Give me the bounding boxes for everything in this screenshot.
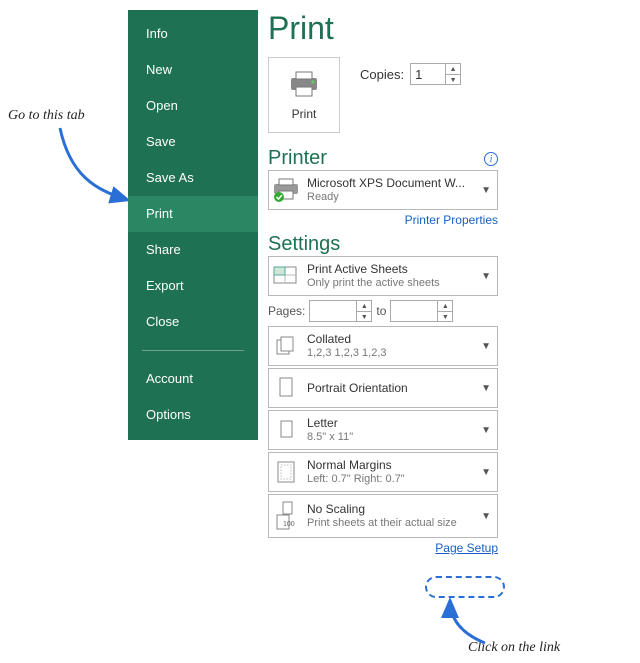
printer-name: Microsoft XPS Document W...: [307, 176, 473, 191]
pages-to-value[interactable]: [391, 301, 437, 321]
setting-paper-title: Letter: [307, 416, 473, 431]
setting-collation-desc: 1,2,3 1,2,3 1,2,3: [307, 347, 473, 361]
chevron-down-icon[interactable]: ▼: [479, 341, 493, 352]
setting-print-area[interactable]: Print Active Sheets Only print the activ…: [268, 256, 498, 296]
sheets-icon: [271, 261, 301, 291]
printer-section-header: Printer: [268, 147, 327, 170]
portrait-icon: [271, 373, 301, 403]
annotation-click-link: Click on the link: [468, 640, 560, 656]
setting-margins-title: Normal Margins: [307, 458, 473, 473]
chevron-down-icon[interactable]: ▼: [479, 271, 493, 282]
setting-collation[interactable]: Collated 1,2,3 1,2,3 1,2,3 ▼: [268, 326, 498, 366]
pages-from-value[interactable]: [310, 301, 356, 321]
printer-icon: [287, 70, 321, 101]
chevron-down-icon[interactable]: ▼: [479, 425, 493, 436]
pages-from-spinner[interactable]: ▲▼: [309, 300, 372, 322]
chevron-down-icon[interactable]: ▼: [479, 185, 493, 196]
pages-from-down[interactable]: ▼: [357, 312, 371, 323]
setting-paper-desc: 8.5" x 11": [307, 431, 473, 445]
pages-to-label: to: [376, 304, 386, 318]
printer-picker[interactable]: Microsoft XPS Document W... Ready ▼: [268, 170, 498, 210]
scaling-icon: 100: [271, 501, 301, 531]
annotation-goto-tab: Go to this tab: [8, 108, 85, 124]
copies-down[interactable]: ▼: [446, 75, 460, 86]
print-panel: Print Print Copies: 1 ▲: [268, 10, 498, 561]
sidebar-item-saveas[interactable]: Save As: [128, 160, 258, 196]
backstage-sidebar: Info New Open Save Save As Print Share E…: [128, 10, 258, 440]
setting-paper-size[interactable]: Letter 8.5" x 11" ▼: [268, 410, 498, 450]
setting-scaling-desc: Print sheets at their actual size: [307, 517, 473, 531]
chevron-down-icon[interactable]: ▼: [479, 383, 493, 394]
print-button-label: Print: [292, 107, 317, 121]
copies-spinner[interactable]: 1 ▲ ▼: [410, 63, 461, 85]
sidebar-item-close[interactable]: Close: [128, 304, 258, 340]
page-setup-link[interactable]: Page Setup: [435, 541, 498, 555]
chevron-down-icon[interactable]: ▼: [479, 467, 493, 478]
setting-orientation[interactable]: Portrait Orientation ▼: [268, 368, 498, 408]
sidebar-item-account[interactable]: Account: [128, 361, 258, 397]
collated-icon: [271, 331, 301, 361]
sidebar-item-open[interactable]: Open: [128, 88, 258, 124]
sidebar-item-new[interactable]: New: [128, 52, 258, 88]
arrow-to-sidebar: [40, 110, 140, 210]
info-icon[interactable]: i: [484, 152, 498, 166]
page-title: Print: [268, 10, 498, 47]
printer-ready-icon: [271, 175, 301, 205]
sidebar-item-share[interactable]: Share: [128, 232, 258, 268]
setting-print-area-desc: Only print the active sheets: [307, 277, 473, 291]
sidebar-item-options[interactable]: Options: [128, 397, 258, 433]
setting-collation-title: Collated: [307, 332, 473, 347]
setting-margins[interactable]: Normal Margins Left: 0.7" Right: 0.7" ▼: [268, 452, 498, 492]
copies-label: Copies:: [360, 67, 404, 82]
setting-print-area-title: Print Active Sheets: [307, 262, 473, 277]
pages-to-down[interactable]: ▼: [438, 312, 452, 323]
setting-orientation-title: Portrait Orientation: [307, 381, 473, 396]
settings-section-header: Settings: [268, 233, 498, 256]
print-button[interactable]: Print: [268, 57, 340, 133]
copies-value[interactable]: 1: [411, 64, 445, 84]
setting-scaling[interactable]: 100 No Scaling Print sheets at their act…: [268, 494, 498, 538]
svg-text:100: 100: [283, 521, 295, 528]
sidebar-item-save[interactable]: Save: [128, 124, 258, 160]
chevron-down-icon[interactable]: ▼: [479, 511, 493, 522]
margins-icon: [271, 457, 301, 487]
setting-margins-desc: Left: 0.7" Right: 0.7": [307, 473, 473, 487]
paper-icon: [271, 415, 301, 445]
copies-up[interactable]: ▲: [446, 64, 460, 75]
sidebar-item-info[interactable]: Info: [128, 16, 258, 52]
pages-to-up[interactable]: ▲: [438, 301, 452, 312]
annotation-highlight: [425, 576, 505, 598]
sidebar-item-print[interactable]: Print: [128, 196, 258, 232]
pages-to-spinner[interactable]: ▲▼: [390, 300, 453, 322]
pages-from-up[interactable]: ▲: [357, 301, 371, 312]
sidebar-item-export[interactable]: Export: [128, 268, 258, 304]
printer-properties-link[interactable]: Printer Properties: [405, 213, 498, 227]
pages-label: Pages:: [268, 304, 305, 318]
setting-scaling-title: No Scaling: [307, 502, 473, 517]
sidebar-divider: [142, 350, 244, 351]
printer-status: Ready: [307, 191, 473, 205]
